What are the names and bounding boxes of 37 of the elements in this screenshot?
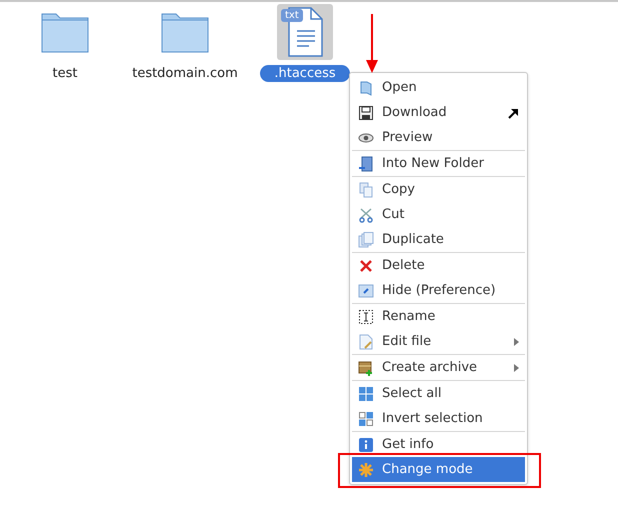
annotation-arrow	[366, 14, 378, 74]
menu-item[interactable]: Rename	[352, 304, 525, 329]
duplicate-icon	[358, 232, 374, 248]
menu-item[interactable]: Duplicate	[352, 227, 525, 252]
file-type-badge: txt	[281, 9, 303, 22]
cross-icon	[358, 258, 374, 274]
scissors-icon	[358, 206, 374, 222]
menu-item[interactable]: Select all	[352, 381, 525, 406]
file-name[interactable]: test	[38, 65, 92, 82]
invert-grid-icon	[358, 410, 374, 426]
menu-item[interactable]: Invert selection	[352, 406, 525, 431]
info-icon	[358, 436, 374, 452]
book-icon	[358, 80, 374, 96]
menu-item[interactable]: Hide (Preference)	[352, 278, 525, 303]
menu-item[interactable]: Preview	[352, 125, 525, 150]
menu-item[interactable]: Create archive	[352, 355, 525, 380]
menu-item[interactable]: Into New Folder	[352, 151, 525, 176]
grid-icon	[358, 386, 374, 402]
menu-item[interactable]: Cut	[352, 202, 525, 227]
folder-icon	[161, 11, 209, 53]
copy-icon	[358, 182, 374, 198]
file-name[interactable]: .htaccess	[260, 65, 350, 82]
asterisk-icon	[358, 462, 374, 478]
menu-item[interactable]: Edit file	[352, 329, 525, 354]
menu-item[interactable]: Change mode	[352, 457, 525, 482]
menu-item[interactable]: Download	[352, 100, 525, 125]
archive-icon	[358, 360, 374, 376]
folder-arrow-icon	[358, 156, 374, 172]
file-name[interactable]: testdomain.com	[118, 65, 252, 82]
rename-icon	[358, 308, 374, 324]
menu-item[interactable]: Open	[352, 75, 525, 100]
menu-item[interactable]: Get info	[352, 432, 525, 457]
edit-file-icon	[358, 334, 374, 350]
menu-item[interactable]: Delete	[352, 253, 525, 278]
folder-icon	[41, 11, 89, 53]
menu-item[interactable]: Copy	[352, 177, 525, 202]
hide-icon	[358, 282, 374, 298]
